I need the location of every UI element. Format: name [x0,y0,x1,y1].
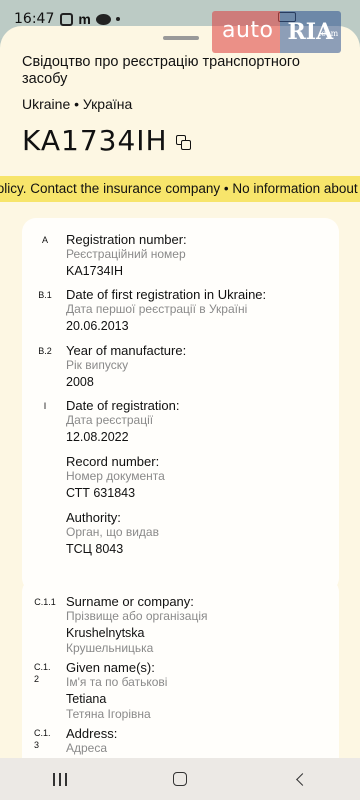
cloud-icon [95,13,111,25]
field-value-uk: Крушельницька [66,641,154,655]
field-code: A [41,235,48,245]
field-code: C.1. 2 [34,662,51,684]
field-code: B.1 [38,290,52,300]
notification-icon [60,12,74,26]
plate-number: KA1734IH [22,124,168,157]
field-value: 12.08.2022 [66,430,129,444]
field-label: Registration number: [66,232,187,247]
home-button[interactable] [160,764,200,794]
field-label: Given name(s): [66,660,155,675]
field-label: Surname or company: [66,594,194,609]
field-code: I [43,401,47,411]
vehicle-info-card: A Registration number: Реєстраційний ном… [22,218,339,592]
autoria-watermark: auto RIA .com [212,10,352,54]
ticker-text: e policy. Contact the insurance company … [0,181,358,196]
field-value-uk: Тетяна Ігорівна [66,707,151,721]
watermark-ria: RIA .com [279,11,342,53]
status-time: 16:47 [14,11,55,27]
document-title: Свідоцтво про реєстрацію транспортного з… [22,54,300,87]
country-label: Ukraine • Україна [22,96,133,112]
field-value: KA1734IH [66,264,123,278]
field-label: Record number: [66,454,160,469]
document-sheet: Свідоцтво про реєстрацію транспортного з… [0,26,360,758]
back-icon [295,772,309,786]
field-label-uk: Рік випуску [66,358,129,372]
gmail-icon: m [78,10,91,27]
home-icon [173,772,187,786]
field-code: C.1. 3 [34,728,51,750]
field-value: 20.06.2013 [66,319,129,333]
recent-apps-icon [53,772,67,786]
owner-info-card: C.1.1 Surname or company: Прізвище або о… [22,578,339,758]
copy-icon[interactable] [175,134,192,151]
field-code: C.1.1 [34,597,56,607]
field-label-uk: Ім'я та по батькові [66,675,168,689]
field-label: Date of registration: [66,398,180,413]
field-label-uk: Адреса [66,741,108,755]
back-button[interactable] [280,764,320,794]
field-code: B.2 [38,346,52,356]
field-label-uk: Дата першої реєстрації в Україні [66,302,248,316]
field-value: 2008 [66,375,94,389]
field-label-uk: Орган, що видав [66,525,159,539]
field-value: ТСЦ 8043 [66,542,124,556]
drag-handle[interactable] [163,36,199,40]
field-value: СТТ 631843 [66,486,136,500]
field-label: Date of first registration in Ukraine: [66,287,267,302]
info-ticker: e policy. Contact the insurance company … [0,176,360,202]
field-label: Address: [66,726,118,741]
field-label: Year of manufacture: [66,343,187,358]
field-label: Authority: [66,510,121,525]
field-label-uk: Дата реєстрації [66,413,154,427]
field-label-uk: Номер документа [66,469,165,483]
system-nav-bar [0,758,360,800]
more-notifications-icon [115,17,120,21]
recent-apps-button[interactable] [40,764,80,794]
notification-icons: m [60,10,120,27]
field-label-uk: Прізвище або організація [66,609,208,623]
plate-number-row: KA1734IH [22,124,192,157]
field-value: Tetiana [66,692,107,706]
watermark-auto: auto [212,11,280,53]
field-label-uk: Реєстраційний номер [66,247,186,261]
field-value: Krushelnytska [66,626,145,640]
